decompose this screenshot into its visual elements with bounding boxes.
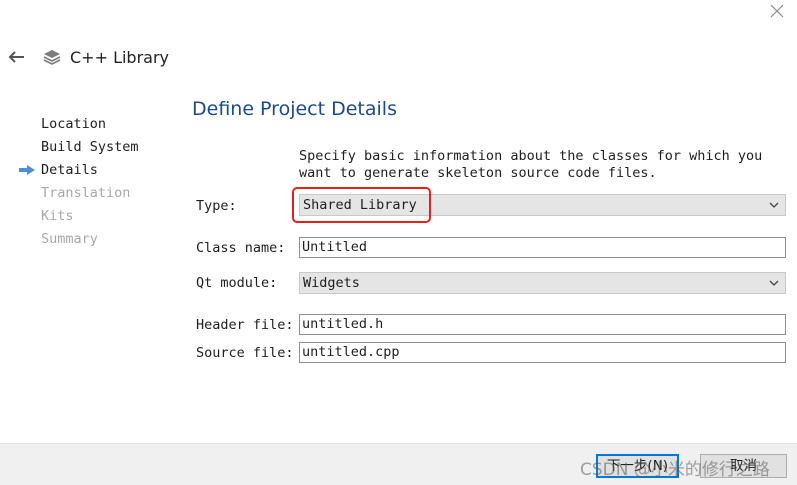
step-kits: Kits xyxy=(41,208,74,224)
back-button[interactable] xyxy=(5,47,27,67)
source-file-input[interactable]: untitled.cpp xyxy=(299,342,786,363)
class-name-label: Class name: xyxy=(196,240,286,256)
step-summary: Summary xyxy=(41,231,98,247)
chevron-down-icon xyxy=(769,280,779,286)
step-details: Details xyxy=(41,162,98,178)
source-file-label: Source file: xyxy=(196,345,294,361)
header-file-label: Header file: xyxy=(196,317,294,333)
close-icon xyxy=(770,4,784,18)
page-heading: Define Project Details xyxy=(192,98,397,120)
qt-module-select[interactable]: Widgets xyxy=(299,272,786,294)
qt-module-select-value: Widgets xyxy=(303,275,360,291)
close-button[interactable] xyxy=(762,0,792,22)
page-description: Specify basic information about the clas… xyxy=(299,148,763,181)
step-translation: Translation xyxy=(41,185,131,201)
window-title: C++ Library xyxy=(70,48,170,67)
type-select-value: Shared Library xyxy=(303,197,417,213)
cancel-button[interactable]: 取消 xyxy=(700,454,787,478)
next-button[interactable]: 下一步(N) xyxy=(596,454,679,478)
qt-module-label: Qt module: xyxy=(196,275,278,291)
current-step-arrow-icon xyxy=(19,165,35,175)
step-location: Location xyxy=(41,116,107,132)
type-label: Type: xyxy=(196,198,237,214)
class-name-input[interactable]: Untitled xyxy=(299,237,786,258)
library-stack-icon xyxy=(43,50,61,65)
step-build-system: Build System xyxy=(41,139,139,155)
chevron-down-icon xyxy=(769,202,779,208)
header-file-input[interactable]: untitled.h xyxy=(299,314,786,335)
type-select[interactable]: Shared Library xyxy=(299,194,786,216)
back-arrow-icon xyxy=(8,51,24,63)
